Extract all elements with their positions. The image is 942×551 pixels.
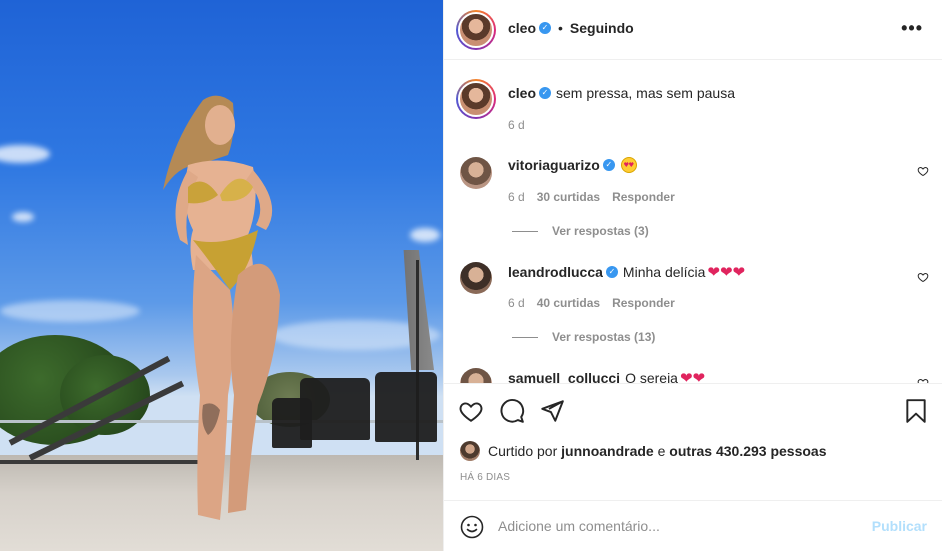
avatar[interactable]: [456, 79, 496, 119]
liked-by: Curtido por junnoandrade e outras 430.29…: [460, 441, 827, 461]
liked-by-user[interactable]: junnoandrade: [561, 443, 654, 459]
follow-status-button[interactable]: Seguindo: [570, 20, 634, 36]
comment-meta: 6 d 30 curtidas Responder: [508, 190, 675, 204]
caption-line: cleo ✓ sem pressa, mas sem pausa: [508, 85, 735, 101]
avatar[interactable]: [456, 10, 496, 50]
publish-button[interactable]: Publicar: [872, 518, 927, 534]
liked-by-prefix: Curtido por: [488, 443, 558, 459]
red-heart-emoji-icon: ❤❤❤: [707, 264, 746, 281]
comment-meta: 6 d 40 curtidas Responder: [508, 296, 675, 310]
comment-line: vitoriaguarizo ✓: [508, 157, 637, 173]
comment-line: samuell_collucci O sereia ❤❤: [508, 369, 705, 383]
comment-line: leandrodlucca ✓ Minha delícia ❤❤❤: [508, 263, 745, 281]
red-heart-emoji-icon: ❤❤: [679, 370, 706, 383]
cloud: [12, 212, 34, 222]
author-username[interactable]: cleo: [508, 20, 536, 36]
verified-badge-icon: ✓: [605, 266, 618, 278]
post-date[interactable]: HÁ 6 DIAS: [460, 472, 510, 483]
post-detail-panel: cleo ✓ • Seguindo ••• cleo ✓ sem pressa,…: [443, 0, 942, 551]
caption-meta: 6 d: [508, 118, 525, 132]
header-author: cleo ✓ • Seguindo: [508, 20, 634, 36]
post-actions: Curtido por junnoandrade e outras 430.29…: [444, 383, 942, 501]
chair: [375, 372, 437, 442]
emoji-smile-icon[interactable]: [460, 515, 484, 539]
replies-dash: [512, 336, 538, 338]
comment-item: vitoriaguarizo ✓ 6 d 30 curtidas Respond…: [444, 151, 942, 257]
reply-button[interactable]: Responder: [612, 190, 675, 204]
caption-text: sem pressa, mas sem pausa: [556, 85, 735, 101]
view-replies-label[interactable]: Ver respostas (3): [552, 224, 649, 238]
comment-likes[interactable]: 40 curtidas: [537, 296, 600, 310]
comment-bubble-icon[interactable]: [499, 398, 525, 424]
umbrella: [403, 250, 434, 370]
comment-username[interactable]: samuell_collucci: [508, 370, 620, 383]
comment-time[interactable]: 6 d: [508, 190, 525, 204]
liked-by-middle: e: [657, 443, 666, 459]
comment-item: leandrodlucca ✓ Minha delícia ❤❤❤ 6 d 40…: [444, 257, 942, 363]
like-heart-icon[interactable]: [458, 398, 484, 424]
comment-username[interactable]: leandrodlucca: [508, 264, 603, 280]
like-comment-heart-icon[interactable]: [917, 165, 929, 177]
comment-text: O sereia: [625, 370, 678, 383]
avatar[interactable]: [460, 262, 492, 294]
caption: cleo ✓ sem pressa, mas sem pausa 6 d: [444, 61, 942, 151]
comment-username[interactable]: vitoriaguarizo: [508, 157, 600, 173]
replies-dash: [512, 230, 538, 232]
verified-badge-icon: ✓: [539, 87, 552, 99]
comment-text: Minha delícia: [622, 264, 706, 280]
cloud: [0, 145, 50, 163]
liked-by-others[interactable]: outras 430.293 pessoas: [669, 443, 826, 459]
comment-time[interactable]: 6 d: [508, 296, 525, 310]
comment-item: samuell_collucci O sereia ❤❤: [444, 363, 942, 383]
verified-badge-icon: ✓: [539, 22, 552, 34]
save-bookmark-icon[interactable]: [903, 398, 929, 424]
verified-badge-icon: ✓: [602, 159, 615, 171]
view-replies[interactable]: Ver respostas (3): [512, 224, 649, 238]
add-comment-bar: Publicar: [444, 500, 942, 551]
avatar[interactable]: [460, 368, 492, 383]
caption-username[interactable]: cleo: [508, 85, 536, 101]
view-replies[interactable]: Ver respostas (13): [512, 330, 655, 344]
cloud: [410, 228, 440, 242]
reply-button[interactable]: Responder: [612, 296, 675, 310]
post-header: cleo ✓ • Seguindo •••: [444, 0, 942, 60]
share-paper-plane-icon[interactable]: [539, 398, 565, 424]
comment-likes[interactable]: 30 curtidas: [537, 190, 600, 204]
view-replies-label[interactable]: Ver respostas (13): [552, 330, 655, 344]
like-comment-heart-icon[interactable]: [917, 271, 929, 283]
caption-time[interactable]: 6 d: [508, 118, 525, 132]
comment-input[interactable]: [498, 515, 858, 537]
person-figure: [163, 95, 280, 520]
avatar[interactable]: [460, 157, 492, 189]
heart-eyes-emoji-icon: [620, 157, 637, 173]
post-photo[interactable]: [0, 0, 443, 551]
liked-by-avatar[interactable]: [460, 441, 480, 461]
separator-dot: •: [558, 20, 563, 36]
comments-list[interactable]: cleo ✓ sem pressa, mas sem pausa 6 d vit…: [444, 61, 942, 383]
cloud: [0, 300, 140, 322]
more-options-icon[interactable]: •••: [901, 18, 923, 39]
